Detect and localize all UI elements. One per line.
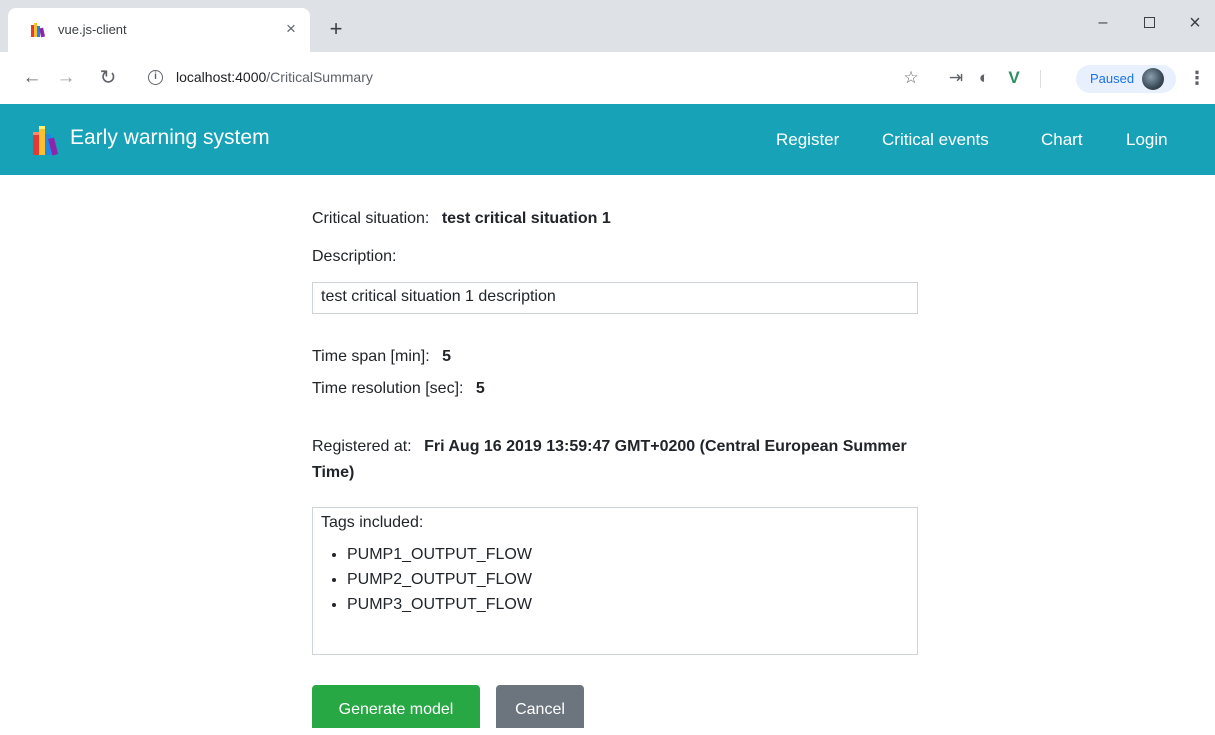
list-item: PUMP1_OUTPUT_FLOW <box>347 542 909 567</box>
nav-link-chart[interactable]: Chart <box>1041 130 1083 150</box>
close-window-button[interactable]: × <box>1172 8 1215 38</box>
toolbar-divider <box>1040 70 1041 88</box>
resolution-value: 5 <box>475 380 485 397</box>
app-navbar: Early warning system Register Critical e… <box>0 104 1215 175</box>
info-icon[interactable]: i <box>148 70 163 85</box>
tags-label: Tags included: <box>321 514 424 531</box>
minimize-button[interactable]: – <box>1080 8 1126 38</box>
reload-icon[interactable]: ↻ <box>96 66 120 90</box>
tab-title: vue.js-client <box>58 22 127 37</box>
browser-tab-strip: vue.js-client × + – × <box>0 0 1215 52</box>
registered-label: Registered at: <box>312 438 412 455</box>
maximize-button[interactable] <box>1126 8 1172 38</box>
tags-panel: Tags included: PUMP1_OUTPUT_FLOW PUMP2_O… <box>312 507 918 655</box>
description-label: Description: <box>312 248 397 265</box>
tab-close-icon[interactable]: × <box>280 18 302 40</box>
extension-circle-icon[interactable]: ◐ <box>972 66 996 90</box>
nav-link-register[interactable]: Register <box>776 130 839 150</box>
generate-model-button[interactable]: Generate model <box>312 685 480 728</box>
cancel-button[interactable]: Cancel <box>496 685 584 728</box>
profile-paused-button[interactable]: Paused <box>1076 65 1176 93</box>
description-field[interactable]: test critical situation 1 description <box>312 282 918 314</box>
url-host: localhost:4000 <box>176 69 267 85</box>
vue-devtools-icon[interactable]: V <box>1002 66 1026 90</box>
resolution-label: Time resolution [sec]: <box>312 380 464 397</box>
nav-link-critical-events[interactable]: Critical events <box>882 130 989 150</box>
bookmark-star-icon[interactable]: ☆ <box>899 66 923 90</box>
brand-title[interactable]: Early warning system <box>70 126 270 150</box>
nav-link-login[interactable]: Login <box>1126 130 1168 150</box>
extension-arrow-icon[interactable]: ⇥ <box>944 66 968 90</box>
timespan-label: Time span [min]: <box>312 348 430 365</box>
situation-label: Critical situation: <box>312 210 430 227</box>
resolution-row: Time resolution [sec]: 5 <box>312 380 485 398</box>
paused-label: Paused <box>1090 71 1135 86</box>
browser-toolbar: ← → ↻ i localhost:4000/CriticalSummary ☆… <box>0 52 1215 104</box>
tags-list: PUMP1_OUTPUT_FLOW PUMP2_OUTPUT_FLOW PUMP… <box>321 542 909 617</box>
forward-arrow-icon[interactable]: → <box>54 66 78 90</box>
browser-tab[interactable]: vue.js-client × <box>8 8 310 52</box>
back-arrow-icon[interactable]: ← <box>20 66 44 90</box>
avatar <box>1142 68 1164 90</box>
maximize-icon <box>1143 17 1155 29</box>
books-logo-icon <box>33 126 58 156</box>
situation-value: test critical situation 1 <box>441 210 611 227</box>
situation-row: Critical situation: test critical situat… <box>312 210 611 228</box>
list-item: PUMP3_OUTPUT_FLOW <box>347 592 909 617</box>
new-tab-button[interactable]: + <box>322 15 350 43</box>
browser-menu-icon[interactable]: ⋮ <box>1188 66 1206 90</box>
address-bar[interactable]: localhost:4000/CriticalSummary <box>176 69 373 85</box>
timespan-row: Time span [min]: 5 <box>312 348 451 366</box>
timespan-value: 5 <box>442 348 452 365</box>
registered-row: Registered at: Fri Aug 16 2019 13:59:47 … <box>312 434 912 486</box>
books-icon <box>31 23 45 38</box>
list-item: PUMP2_OUTPUT_FLOW <box>347 567 909 592</box>
url-path: /CriticalSummary <box>266 69 373 85</box>
